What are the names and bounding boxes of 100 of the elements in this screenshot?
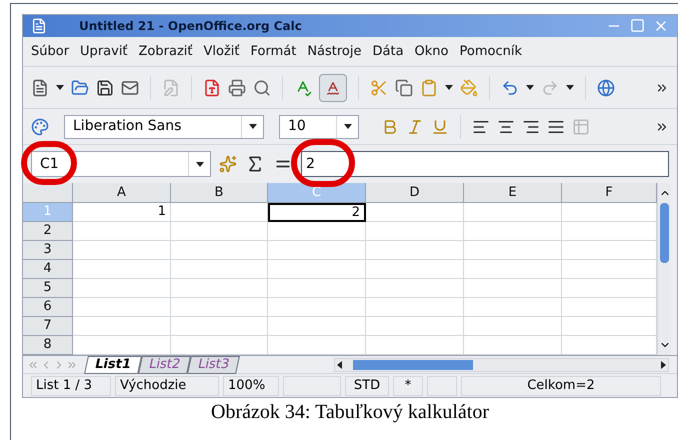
column-header[interactable]: F <box>562 183 657 203</box>
dropdown-caret-icon[interactable] <box>526 85 534 90</box>
undo-icon[interactable] <box>501 78 519 96</box>
menu-item[interactable]: Vložiť <box>204 42 240 62</box>
styles-icon[interactable] <box>31 118 49 136</box>
table-cell[interactable] <box>562 222 657 241</box>
table-cell[interactable] <box>366 298 464 317</box>
column-header[interactable]: E <box>464 183 562 203</box>
menu-item[interactable]: Okno <box>414 42 449 62</box>
table-cell[interactable] <box>268 336 366 355</box>
table-cell[interactable] <box>366 260 464 279</box>
table-cell[interactable] <box>171 336 268 355</box>
table-cell[interactable] <box>366 203 464 222</box>
table-cell[interactable] <box>366 336 464 355</box>
column-header[interactable]: A <box>73 183 171 203</box>
table-cell[interactable] <box>562 241 657 260</box>
column-header[interactable]: B <box>171 183 268 203</box>
dropdown-caret-icon[interactable] <box>344 124 352 129</box>
table-cell[interactable] <box>268 279 366 298</box>
function-wizard-icon[interactable] <box>219 155 237 173</box>
table-cell[interactable] <box>366 241 464 260</box>
row-header[interactable]: 8 <box>23 336 73 355</box>
table-cell[interactable] <box>562 317 657 336</box>
new-document-icon[interactable] <box>31 78 49 96</box>
table-cell[interactable] <box>171 260 268 279</box>
sheet-tab[interactable]: List3 <box>186 356 240 374</box>
table-cell[interactable] <box>73 260 171 279</box>
clipboard-icon[interactable] <box>420 78 438 96</box>
table-cell[interactable] <box>464 260 562 279</box>
dropdown-caret-icon[interactable] <box>196 162 204 166</box>
dropdown-caret-icon[interactable] <box>248 124 256 129</box>
table-cell[interactable] <box>73 336 171 355</box>
horizontal-scrollbar[interactable] <box>334 358 669 372</box>
edit-file-icon[interactable] <box>162 78 180 96</box>
corner-cell[interactable] <box>23 183 73 203</box>
font-size-field[interactable]: 10 <box>279 114 359 138</box>
table-cell[interactable] <box>268 260 366 279</box>
table-cell[interactable] <box>268 317 366 336</box>
autospell-button[interactable] <box>319 74 347 102</box>
table-cell[interactable] <box>171 241 268 260</box>
table-cell[interactable]: 2 <box>268 203 366 222</box>
dropdown-caret-icon[interactable] <box>566 85 574 90</box>
table-cell[interactable] <box>562 203 657 222</box>
scissors-icon[interactable] <box>370 78 388 96</box>
redo-icon[interactable] <box>541 78 559 96</box>
menu-item[interactable]: Dáta <box>372 42 404 62</box>
table-cell[interactable] <box>562 298 657 317</box>
sheet-tab[interactable]: List1 <box>84 356 142 374</box>
envelope-icon[interactable] <box>121 78 139 96</box>
pdf-icon[interactable] <box>203 78 221 96</box>
table-cell[interactable] <box>366 279 464 298</box>
table-cell[interactable] <box>562 336 657 355</box>
dropdown-caret-icon[interactable] <box>56 85 64 90</box>
table-cell[interactable] <box>464 222 562 241</box>
table-cell[interactable] <box>268 222 366 241</box>
row-header[interactable]: 3 <box>23 241 73 260</box>
underline-icon[interactable] <box>431 118 449 136</box>
globe-icon[interactable] <box>597 78 615 96</box>
table-cell[interactable] <box>464 336 562 355</box>
menu-item[interactable]: Nástroje <box>307 42 362 62</box>
copy-icon[interactable] <box>395 78 413 96</box>
table-cell[interactable] <box>268 241 366 260</box>
scroll-left-icon[interactable] <box>335 360 345 370</box>
column-header[interactable]: D <box>366 183 464 203</box>
formula-input[interactable]: 2 <box>301 151 669 177</box>
table-cell[interactable] <box>464 203 562 222</box>
menu-item[interactable]: Zobraziť <box>138 42 192 62</box>
sheet-tab[interactable]: List2 <box>138 356 191 374</box>
scroll-right-icon[interactable] <box>658 360 668 370</box>
table-cell[interactable] <box>562 260 657 279</box>
table-cell[interactable] <box>562 279 657 298</box>
table-cell[interactable] <box>366 222 464 241</box>
maximize-icon[interactable] <box>630 18 645 33</box>
table-cell[interactable] <box>73 298 171 317</box>
menu-item[interactable]: Formát <box>250 42 296 62</box>
table-cell[interactable] <box>171 317 268 336</box>
row-header[interactable]: 2 <box>23 222 73 241</box>
table-cell[interactable] <box>464 241 562 260</box>
table-cell[interactable]: 1 <box>73 203 171 222</box>
table-cell[interactable] <box>73 317 171 336</box>
row-header[interactable]: 4 <box>23 260 73 279</box>
table-cell[interactable] <box>171 222 268 241</box>
row-header[interactable]: 6 <box>23 298 73 317</box>
preview-icon[interactable] <box>253 78 271 96</box>
table-cell[interactable] <box>464 279 562 298</box>
font-name-field[interactable]: Liberation Sans <box>64 114 264 138</box>
save-icon[interactable] <box>96 78 114 96</box>
scroll-thumb[interactable] <box>660 203 669 263</box>
paint-bucket-icon[interactable] <box>460 78 478 96</box>
vertical-scrollbar[interactable] <box>657 183 671 355</box>
table-cell[interactable] <box>73 222 171 241</box>
table-cell[interactable] <box>73 241 171 260</box>
table-cell[interactable] <box>464 317 562 336</box>
table-cell[interactable] <box>171 279 268 298</box>
menu-item[interactable]: Súbor <box>31 42 70 62</box>
merge-cells-icon[interactable] <box>572 118 590 136</box>
table-cell[interactable] <box>171 203 268 222</box>
name-box[interactable]: C1 <box>31 151 211 177</box>
printer-icon[interactable] <box>228 78 246 96</box>
dropdown-caret-icon[interactable] <box>445 85 453 90</box>
